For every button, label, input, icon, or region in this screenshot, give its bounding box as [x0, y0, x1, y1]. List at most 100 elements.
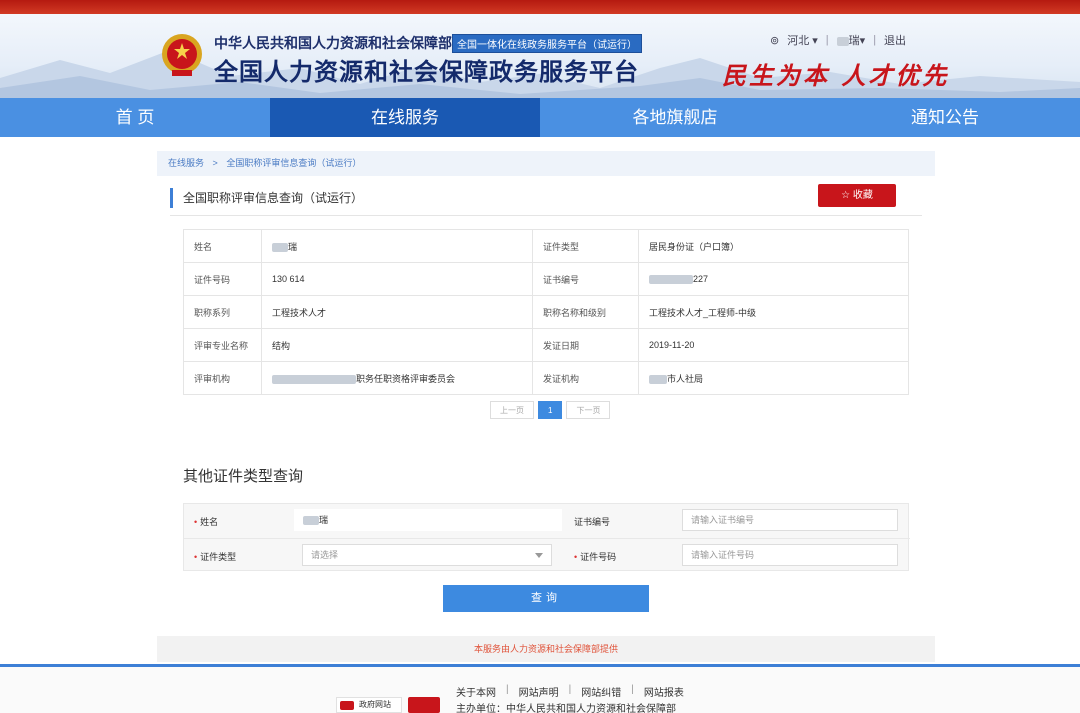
issuer-value: 市人社局 — [667, 373, 704, 384]
form-row: • 证件类型 请选择 • 证件号码 请输入证件号码 — [184, 538, 910, 571]
name-input-value: 瑞 — [319, 515, 329, 525]
name-input[interactable]: 瑞 — [294, 509, 562, 531]
result-table: 姓名 瑞 证件类型 居民身份证（户口簿） 证件号码 130 614 证书编号 2… — [183, 229, 909, 395]
cell-value: 瑞 — [261, 229, 533, 263]
national-emblem-icon — [162, 34, 202, 76]
location-pin-icon: ⊚ — [770, 34, 780, 47]
favorite-button[interactable]: ☆ 收藏 — [818, 184, 896, 207]
id-type-placeholder: 请选择 — [311, 550, 339, 560]
breadcrumb-root[interactable]: 在线服务 — [168, 158, 204, 168]
redacted-block — [649, 374, 667, 384]
seal-icon[interactable] — [408, 697, 440, 713]
cell-label: 姓名 — [183, 229, 262, 263]
gov-badge-label: 政府网站 — [359, 700, 391, 709]
required-mark: • — [194, 552, 198, 562]
id-no-input[interactable]: 请输入证件号码 — [682, 544, 898, 566]
id-no-label: • 证件号码 — [574, 550, 616, 563]
name-value: 瑞 — [288, 241, 298, 252]
redacted-block — [272, 374, 356, 384]
breadcrumb-sep: > — [212, 158, 218, 168]
nav-local-stores[interactable]: 各地旗舰店 — [540, 98, 810, 137]
gov-website-badge[interactable]: 政府网站 — [336, 697, 402, 713]
id-type-label-text: 证件类型 — [200, 552, 237, 562]
user-bar: ⊚ 河北 ▾ | 瑞▾ | 退出 — [770, 32, 906, 48]
cell-label: 证件类型 — [532, 229, 639, 263]
nav-online-service[interactable]: 在线服务 — [270, 98, 540, 137]
cell-value: 130 614 — [261, 262, 533, 296]
review-org-value: 职务任职资格评审委员会 — [356, 373, 456, 384]
footer-links: 关于本网 | 网站声明 | 网站纠错 | 网站报表 — [456, 684, 684, 699]
required-mark: • — [194, 517, 198, 527]
divider: | — [506, 684, 509, 695]
cell-value: 职务任职资格评审委员会 — [261, 361, 533, 395]
top-red-strip — [0, 0, 1080, 14]
divider: | — [825, 34, 829, 46]
other-query-form: • 姓名 瑞 证书编号 请输入证书编号 • 证件类型 请选择 • 证件号码 请输入证件… — [183, 503, 910, 571]
other-query-title: 其他证件类型查询 — [183, 468, 304, 485]
cell-label: 职称系列 — [183, 295, 262, 329]
query-button[interactable]: 查询 — [443, 585, 649, 612]
footer-link-correction[interactable]: 网站纠错 — [581, 684, 621, 699]
prev-page-button[interactable]: 上一页 — [490, 401, 534, 419]
table-row: 姓名 瑞 证件类型 居民身份证（户口簿） — [183, 229, 909, 263]
section-title: 全国职称评审信息查询（试运行） — [170, 188, 363, 208]
host-organization: 主办单位：中华人民共和国人力资源和社会保障部 — [456, 704, 676, 713]
cell-label: 职称名称和级别 — [532, 295, 639, 329]
cell-value: 市人社局 — [638, 361, 909, 395]
cell-label: 发证日期 — [532, 328, 639, 362]
divider: | — [631, 684, 634, 695]
cell-value: 工程技术人才_工程师-中级 — [638, 295, 909, 329]
footer-link-report[interactable]: 网站报表 — [644, 684, 684, 699]
table-row: 评审机构 职务任职资格评审委员会 发证机构 市人社局 — [183, 361, 909, 395]
redacted-block — [272, 242, 288, 252]
nav-home[interactable]: 首 页 — [0, 98, 270, 137]
cell-value: 居民身份证（户口簿） — [638, 229, 909, 263]
cert-no-label: 证书编号 — [574, 517, 611, 527]
table-row: 职称系列 工程技术人才 职称名称和级别 工程技术人才_工程师-中级 — [183, 295, 909, 329]
title-divider — [170, 215, 922, 216]
platform-tag: 全国一体化在线政务服务平台（试运行） — [452, 34, 642, 53]
divider: | — [873, 34, 877, 46]
main-nav: 首 页 在线服务 各地旗舰店 通知公告 — [0, 98, 1080, 137]
platform-title: 全国人力资源和社会保障政务服务平台 — [214, 59, 639, 86]
footer-link-about[interactable]: 关于本网 — [456, 684, 496, 699]
gov-logo-icon — [340, 701, 354, 710]
cell-label: 发证机构 — [532, 361, 639, 395]
cell-value: 工程技术人才 — [261, 295, 533, 329]
nav-notices[interactable]: 通知公告 — [810, 98, 1080, 137]
ministry-name: 中华人民共和国人力资源和社会保障部 — [214, 35, 452, 51]
cell-label: 证书编号 — [532, 262, 639, 296]
id-number-value: 130 614 — [272, 274, 305, 284]
breadcrumb-current[interactable]: 全国职称评审信息查询（试运行） — [226, 158, 361, 168]
cert-no-input[interactable]: 请输入证书编号 — [682, 509, 898, 531]
user-menu[interactable]: 瑞▾ — [836, 32, 865, 48]
table-row: 评审专业名称 结构 发证日期 2019-11-20 — [183, 328, 909, 362]
name-label-text: 姓名 — [200, 517, 219, 527]
cell-value: 结构 — [261, 328, 533, 362]
region-label: 河北 — [787, 35, 810, 47]
site-footer: 关于本网 | 网站声明 | 网站纠错 | 网站报表 主办单位：中华人民共和国人力… — [0, 667, 1080, 713]
redacted-block — [836, 36, 849, 46]
cell-label: 评审专业名称 — [183, 328, 262, 362]
redacted-block — [303, 516, 319, 526]
site-header: 中华人民共和国人力资源和社会保障部 全国一体化在线政务服务平台（试运行） 全国人… — [0, 14, 1080, 98]
region-selector[interactable]: 河北 ▾ — [787, 32, 818, 48]
id-type-label: • 证件类型 — [194, 550, 236, 563]
footer-link-statement[interactable]: 网站声明 — [519, 684, 559, 699]
cell-value: 227 — [638, 262, 909, 296]
id-no-label-text: 证件号码 — [580, 552, 617, 562]
next-page-button[interactable]: 下一页 — [566, 401, 611, 419]
username-label: 瑞 — [848, 35, 860, 47]
cell-label: 评审机构 — [183, 361, 262, 395]
logout-link[interactable]: 退出 — [884, 32, 906, 48]
star-icon: ☆ — [841, 190, 851, 201]
required-mark: • — [574, 552, 578, 562]
slogan: 民生为本 人才优先 — [722, 61, 950, 90]
provided-by-note: 本服务由人力资源和社会保障部提供 — [157, 636, 935, 662]
redacted-block — [649, 275, 693, 285]
id-type-select[interactable]: 请选择 — [302, 544, 552, 566]
page-1-button[interactable]: 1 — [538, 401, 563, 419]
pagination: 上一页 1 下一页 — [490, 401, 611, 419]
divider: | — [568, 684, 572, 695]
table-row: 证件号码 130 614 证书编号 227 — [183, 262, 909, 296]
